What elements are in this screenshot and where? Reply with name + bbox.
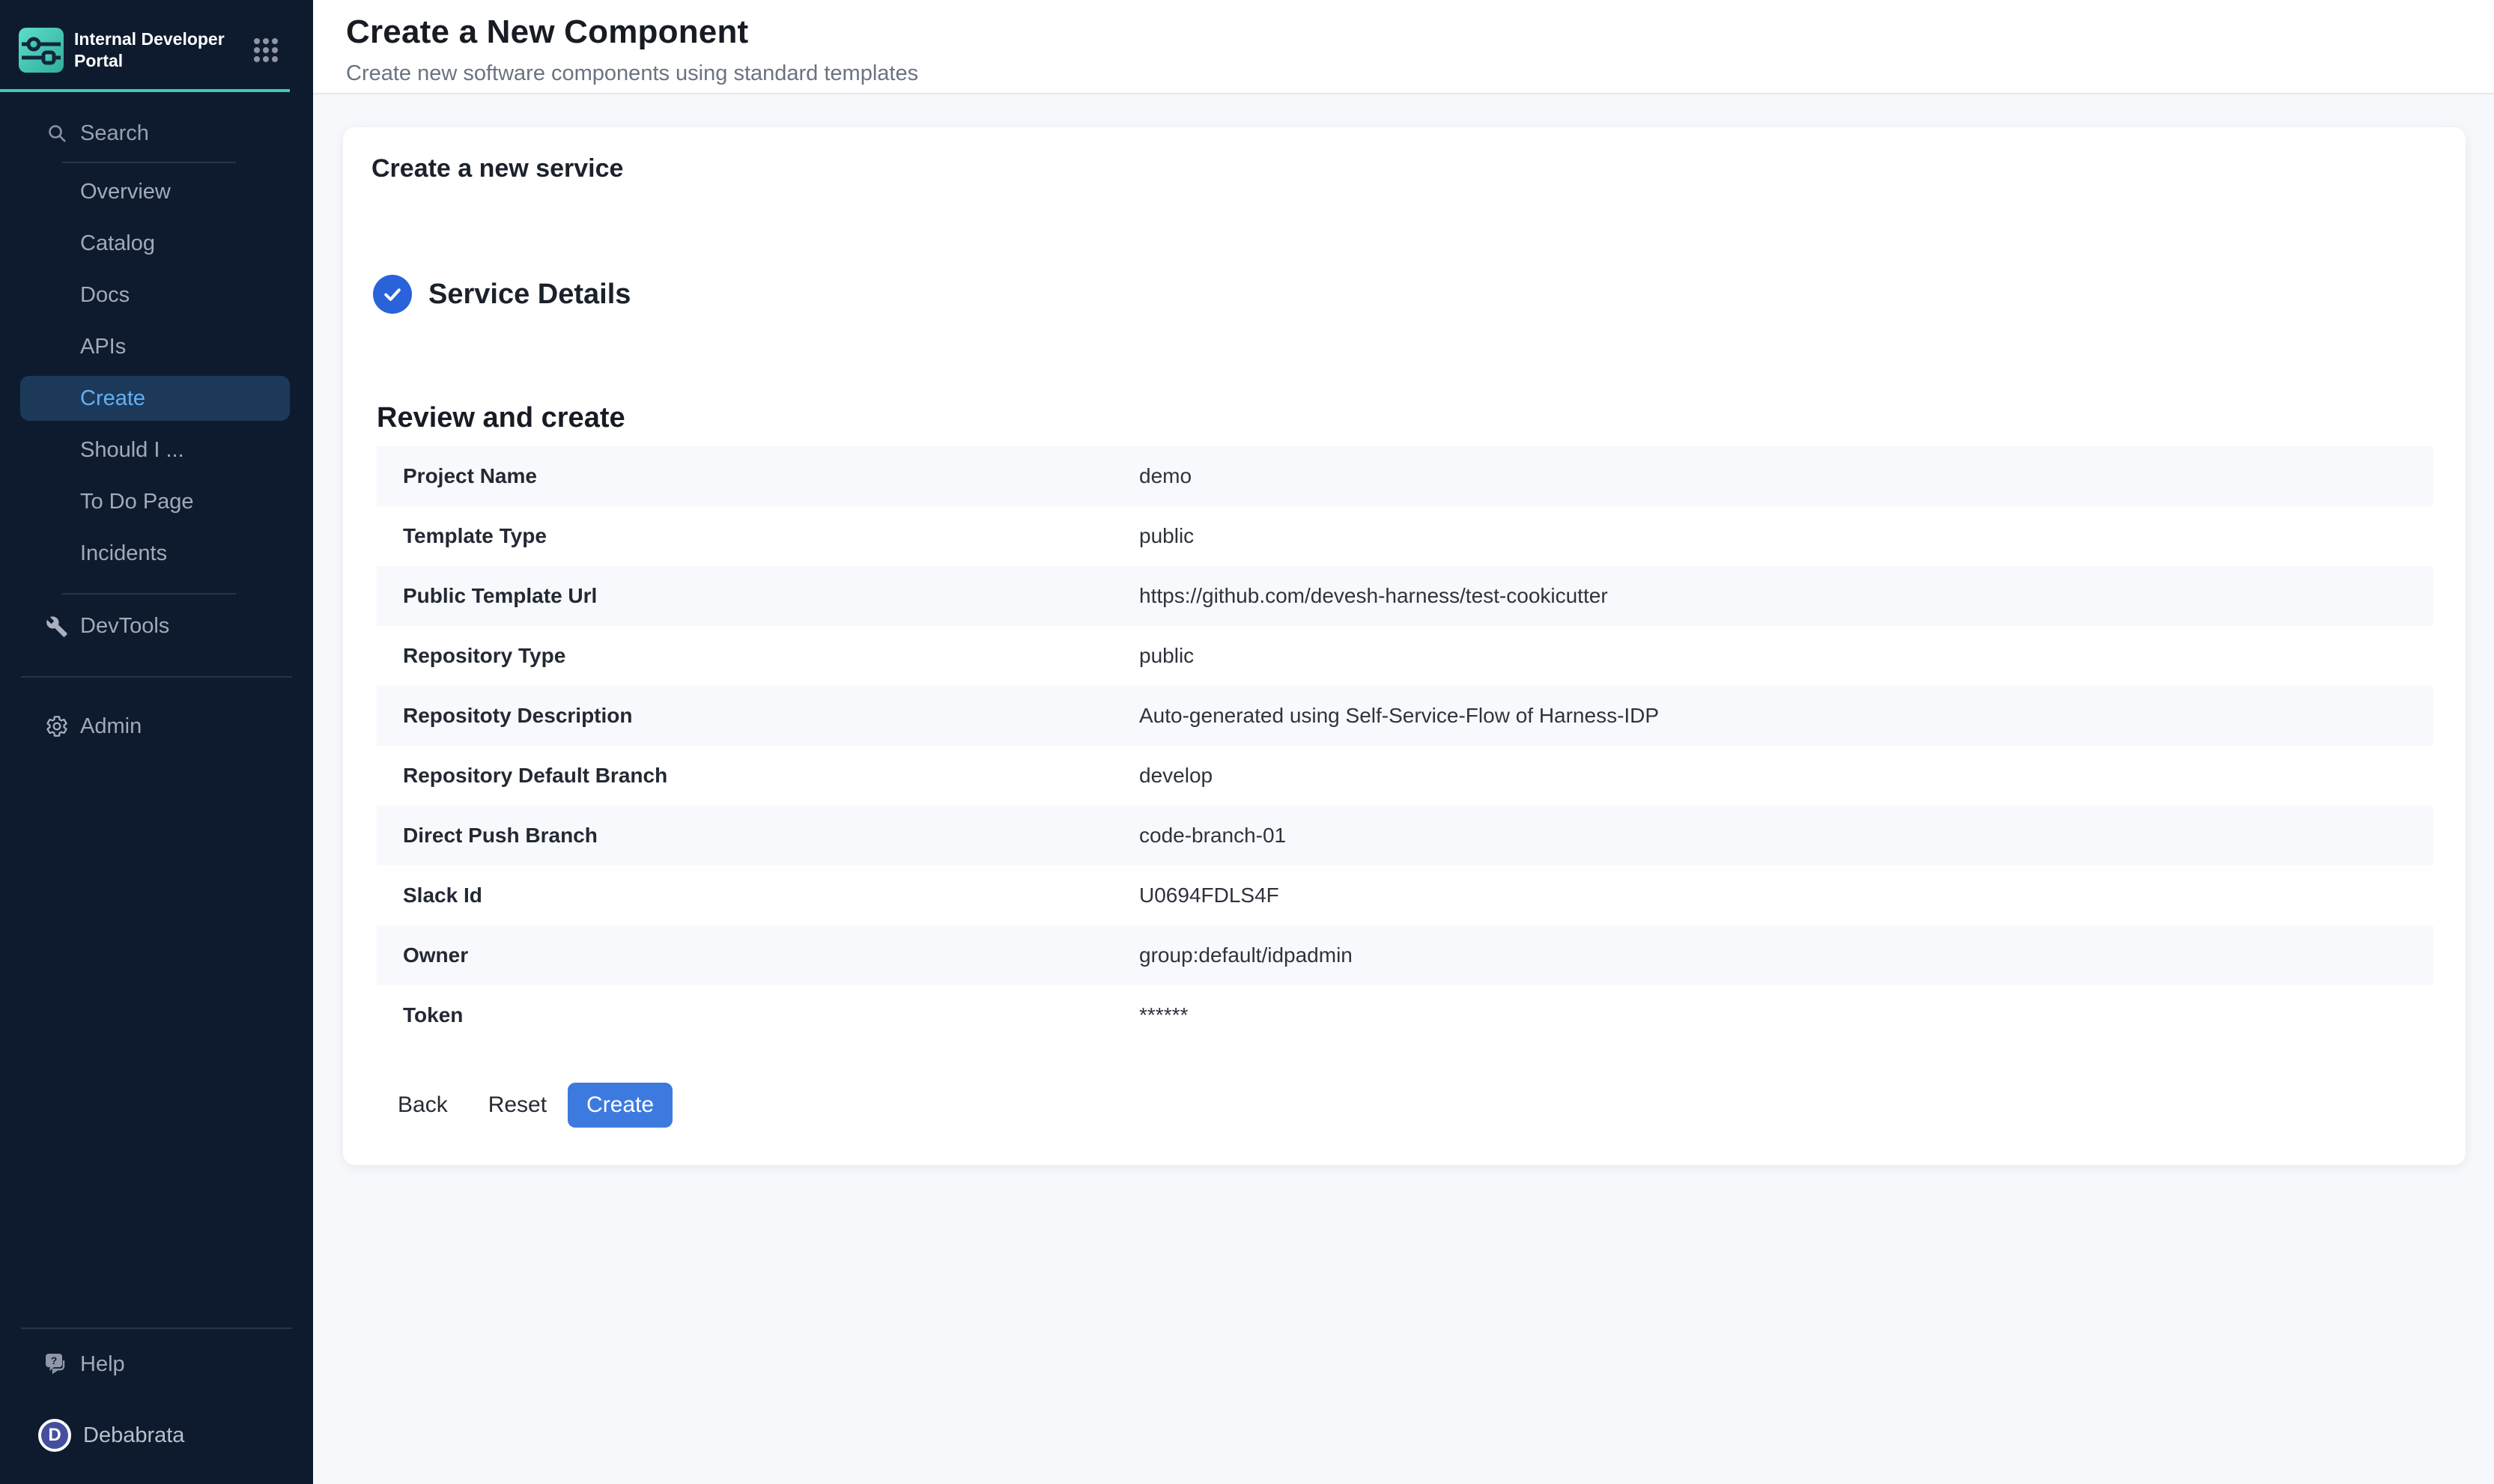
sidebar-item-label: Overview — [80, 180, 171, 204]
review-row: Repository Default Branch develop — [377, 746, 2433, 806]
back-button[interactable]: Back — [398, 1092, 448, 1118]
sidebar-divider — [62, 162, 236, 163]
sidebar-item-label: APIs — [80, 335, 126, 359]
field-value: develop — [1139, 764, 1213, 788]
user-name: Debabrata — [83, 1423, 184, 1448]
sidebar-item-apis[interactable]: APIs — [0, 321, 313, 373]
avatar: D — [38, 1419, 71, 1452]
page-header: Create a New Component Create new softwa… — [313, 0, 2494, 94]
sidebar-divider — [21, 676, 292, 678]
create-button[interactable]: Create — [568, 1083, 673, 1128]
sidebar-item-label: To Do Page — [80, 490, 194, 514]
search-label: Search — [80, 121, 149, 146]
sidebar-item-label: DevTools — [80, 614, 169, 639]
sidebar-item-create[interactable]: Create — [20, 376, 290, 421]
sidebar-item-label: Create — [80, 386, 145, 411]
field-value: public — [1139, 644, 1194, 668]
sidebar-item-should-i[interactable]: Should I ... — [0, 425, 313, 476]
field-label: Direct Push Branch — [403, 824, 1139, 848]
wrench-icon — [43, 615, 70, 638]
create-service-card: Create a new service Service Details Rev… — [343, 127, 2466, 1165]
form-actions: Back Reset Create — [398, 1083, 2466, 1128]
field-label: Repository Type — [403, 644, 1139, 668]
search-icon — [43, 124, 70, 143]
page-body: Create a new service Service Details Rev… — [313, 94, 2494, 1484]
review-row: Slack Id U0694FDLS4F — [377, 866, 2433, 925]
card-heading: Create a new service — [371, 154, 2466, 183]
sidebar-item-devtools[interactable]: DevTools — [0, 600, 313, 652]
review-row: Project Name demo — [377, 446, 2433, 506]
gear-icon — [43, 714, 70, 738]
sidebar-divider — [21, 1328, 292, 1329]
field-value: https://github.com/devesh-harness/test-c… — [1139, 584, 1608, 608]
user-menu[interactable]: D Debabrata — [0, 1409, 313, 1462]
review-heading: Review and create — [377, 402, 2466, 434]
sidebar-search[interactable]: Search — [0, 118, 313, 148]
review-row: Owner group:default/idpadmin — [377, 925, 2433, 985]
help-chat-icon: ? — [43, 1351, 70, 1377]
reset-button[interactable]: Reset — [488, 1092, 547, 1118]
sidebar-item-docs[interactable]: Docs — [0, 270, 313, 321]
review-row: Repository Type public — [377, 626, 2433, 686]
review-table: Project Name demo Template Type public P… — [377, 446, 2433, 1045]
sidebar-item-label: Catalog — [80, 231, 155, 256]
step-complete-check-icon — [373, 275, 412, 314]
sidebar-item-label: Help — [80, 1352, 125, 1377]
sidebar-item-catalog[interactable]: Catalog — [0, 218, 313, 270]
sidebar-item-to-do-page[interactable]: To Do Page — [0, 476, 313, 528]
field-value: code-branch-01 — [1139, 824, 1286, 848]
sidebar-item-label: Should I ... — [80, 438, 184, 463]
field-label: Template Type — [403, 524, 1139, 548]
field-label: Project Name — [403, 464, 1139, 488]
field-value: public — [1139, 524, 1194, 548]
sidebar-item-incidents[interactable]: Incidents — [0, 528, 313, 580]
portal-logo-icon[interactable] — [19, 28, 64, 73]
review-row: Public Template Url https://github.com/d… — [377, 566, 2433, 626]
sidebar-bottom: ? Help D Debabrata — [0, 1328, 313, 1484]
sidebar-item-label: Docs — [80, 283, 130, 308]
field-label: Slack Id — [403, 884, 1139, 907]
brand-title: Internal Developer Portal — [74, 28, 235, 72]
step-label: Service Details — [428, 279, 631, 311]
review-row: Template Type public — [377, 506, 2433, 566]
main-area: Create a New Component Create new softwa… — [313, 0, 2494, 1484]
field-label: Token — [403, 1003, 1139, 1027]
svg-text:?: ? — [51, 1354, 58, 1366]
sidebar-divider — [62, 593, 236, 594]
sidebar-nav: Overview Catalog Docs APIs Create Should… — [0, 166, 313, 580]
field-value: demo — [1139, 464, 1192, 488]
review-row: Repositoty Description Auto-generated us… — [377, 686, 2433, 746]
field-value: ****** — [1139, 1003, 1188, 1027]
page-subtitle: Create new software components using sta… — [346, 61, 2494, 86]
field-label: Owner — [403, 943, 1139, 967]
sidebar-item-label: Admin — [80, 714, 142, 739]
review-row: Direct Push Branch code-branch-01 — [377, 806, 2433, 866]
sidebar-item-admin[interactable]: Admin — [0, 700, 313, 752]
step-service-details[interactable]: Service Details — [373, 275, 2466, 314]
sidebar-item-overview[interactable]: Overview — [0, 166, 313, 218]
sidebar: Internal Developer Portal Search Overvie… — [0, 0, 313, 1484]
review-row: Token ****** — [377, 985, 2433, 1045]
field-label: Repository Default Branch — [403, 764, 1139, 788]
field-value: U0694FDLS4F — [1139, 884, 1279, 907]
app-root: Internal Developer Portal Search Overvie… — [0, 0, 2494, 1484]
field-label: Public Template Url — [403, 584, 1139, 608]
apps-grid-icon[interactable] — [253, 37, 279, 63]
sidebar-item-help[interactable]: ? Help — [0, 1338, 313, 1390]
field-value: group:default/idpadmin — [1139, 943, 1353, 967]
field-label: Repositoty Description — [403, 704, 1139, 728]
page-title: Create a New Component — [346, 13, 2494, 51]
sidebar-item-label: Incidents — [80, 541, 167, 566]
field-value: Auto-generated using Self-Service-Flow o… — [1139, 704, 1659, 728]
sidebar-header: Internal Developer Portal — [0, 0, 313, 92]
